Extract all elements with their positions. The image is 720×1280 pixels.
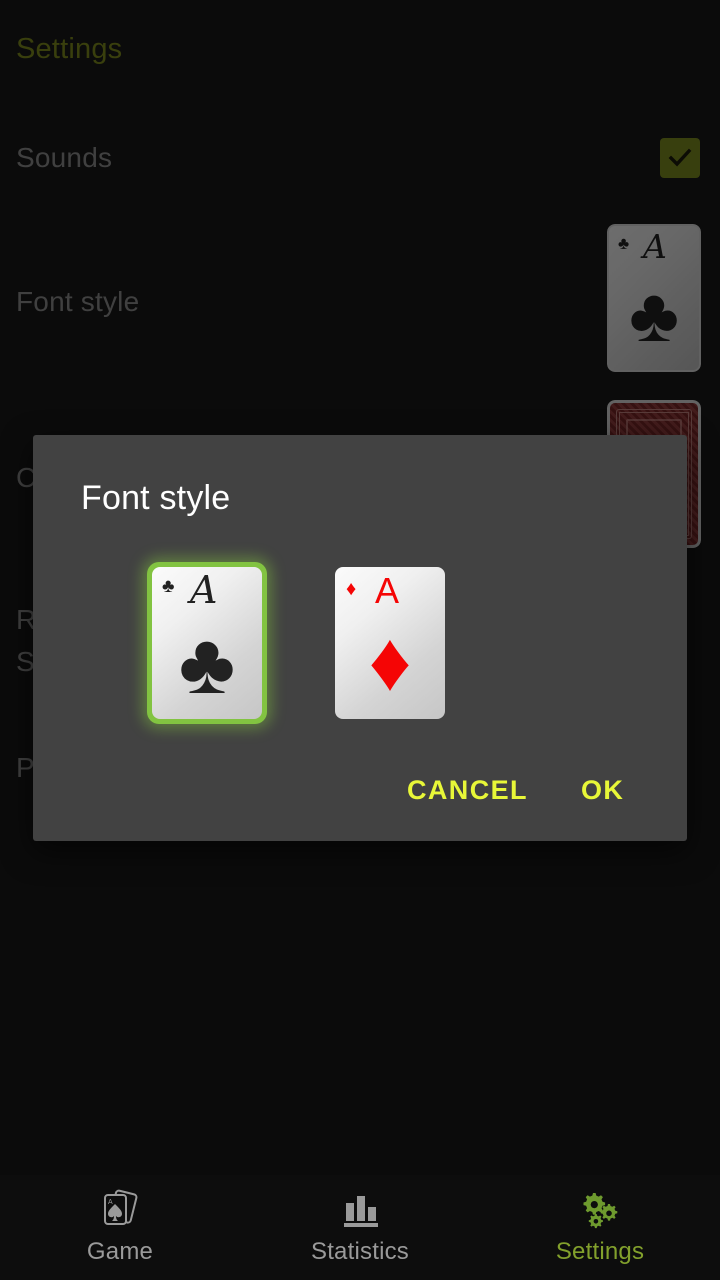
- card-rank-plain: A: [375, 570, 400, 611]
- nav-label-statistics: Statistics: [310, 1238, 410, 1265]
- nav-item-settings[interactable]: Settings: [480, 1175, 720, 1280]
- diamond-icon-large: ♦: [368, 614, 412, 708]
- bottom-navigation: A Game Statistics Settings: [0, 1175, 720, 1280]
- nav-label-settings: Settings: [555, 1238, 645, 1265]
- nav-label-game: Game: [86, 1238, 154, 1265]
- svg-text:A: A: [108, 1199, 113, 1206]
- card-rank-script: A: [190, 568, 218, 612]
- nav-item-statistics[interactable]: Statistics: [240, 1175, 480, 1280]
- club-icon: ♣: [618, 234, 630, 253]
- card-face-script: ♣ A ♣: [152, 567, 262, 719]
- card-rank: A: [643, 227, 667, 266]
- nav-item-game[interactable]: A Game: [0, 1175, 240, 1280]
- sounds-checkbox[interactable]: [660, 138, 700, 178]
- club-icon: ♣: [162, 576, 175, 597]
- gears-icon: [577, 1189, 623, 1231]
- cancel-button[interactable]: CANCEL: [407, 775, 528, 806]
- ok-button[interactable]: OK: [581, 775, 624, 806]
- playing-cards-icon: A: [97, 1189, 143, 1231]
- page-title: Settings: [16, 33, 123, 65]
- setting-row-sounds[interactable]: Sounds: [0, 136, 720, 180]
- font-style-option-script[interactable]: ♣ A ♣: [147, 562, 267, 724]
- card-face-plain: ♦ A ♦: [335, 567, 445, 719]
- dialog-title: Font style: [81, 479, 231, 517]
- font-style-option-plain[interactable]: ♦ A ♦: [335, 567, 445, 719]
- club-icon-large: ♣: [629, 273, 679, 358]
- preview-card-ace-clubs[interactable]: ♣ A ♣: [607, 224, 701, 372]
- diamond-icon: ♦: [346, 578, 357, 600]
- setting-label-font-style: Font style: [16, 286, 140, 317]
- font-style-dialog: Font style ♣ A ♣ ♦ A ♦ CANCEL OK: [33, 435, 687, 841]
- card-face: ♣ A ♣: [607, 224, 701, 372]
- check-icon: [668, 148, 692, 167]
- setting-label-sounds: Sounds: [16, 142, 113, 173]
- bar-chart-icon: [339, 1189, 381, 1231]
- app-root: Settings Sounds Font style ♣ A ♣ C R S P…: [0, 0, 720, 1280]
- club-icon-large: ♣: [178, 616, 236, 712]
